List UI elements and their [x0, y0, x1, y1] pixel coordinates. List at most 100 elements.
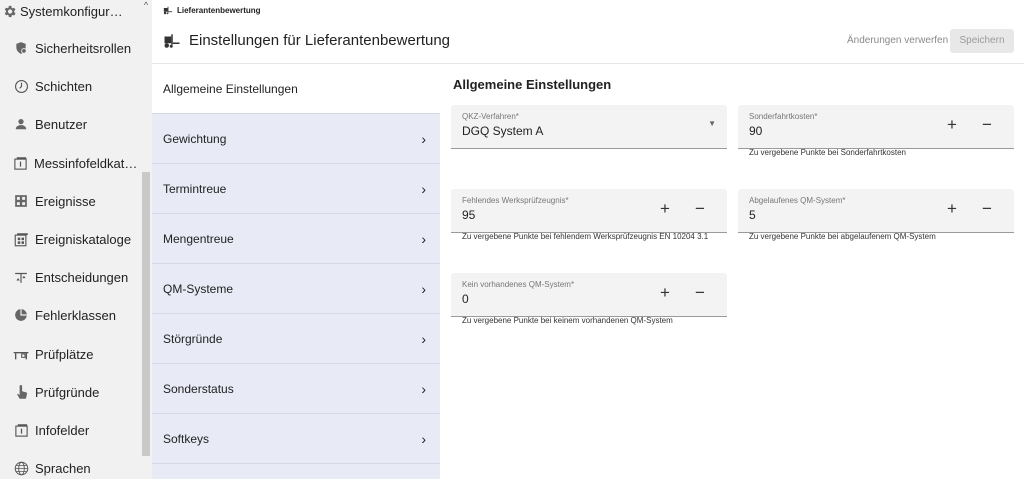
field-value: 90	[749, 124, 763, 138]
field-value: 0	[462, 292, 469, 306]
werkspruefzeugnis-field[interactable]: Fehlendes Werksprüfzeugnis* 95 + −	[451, 189, 727, 233]
kein-qm-system-field[interactable]: Kein vorhandenes QM-System* 0 + −	[451, 273, 727, 317]
increment-button[interactable]: +	[655, 199, 675, 219]
sidebar-item-entscheidungen[interactable]: Entscheidungen	[0, 258, 140, 296]
discard-changes-button[interactable]: Änderungen verwerfen	[847, 29, 948, 53]
grid-catalog-icon	[13, 231, 29, 247]
settings-subnav: Allgemeine Einstellungen Gewichtung › Te…	[152, 64, 440, 479]
sidebar-item-label: Benutzer	[35, 116, 88, 132]
subnav-item-qm-systeme[interactable]: QM-Systeme ›	[152, 264, 440, 314]
chevron-right-icon: ›	[421, 230, 426, 247]
decision-icon	[13, 269, 29, 285]
chevron-right-icon: ›	[421, 130, 426, 147]
sidebar-item-pruefgruende[interactable]: Prüfgründe	[0, 373, 140, 411]
globe-icon	[13, 460, 29, 476]
subnav-item-gewichtung[interactable]: Gewichtung ›	[152, 114, 440, 164]
forklift-icon	[164, 33, 180, 48]
sidebar-item-systemkonfiguration[interactable]: Systemkonfiguration	[0, 0, 140, 30]
sidebar-item-ereigniskataloge[interactable]: Ereigniskataloge	[0, 220, 140, 258]
increment-button[interactable]: +	[942, 199, 962, 219]
decrement-button[interactable]: −	[690, 283, 710, 303]
dropdown-arrow-icon[interactable]: ▼	[708, 119, 716, 128]
decrement-button[interactable]: −	[690, 199, 710, 219]
sidebar-item-sprachen[interactable]: Sprachen	[0, 449, 140, 479]
settings-content: Allgemeine Einstellungen QKZ-Verfahren* …	[440, 64, 1024, 479]
chevron-right-icon: ›	[421, 380, 426, 397]
subnav-item-label: Termintreue	[163, 181, 227, 196]
subnav-item-label: Gewichtung	[163, 131, 227, 146]
field-label: QKZ-Verfahren*	[462, 112, 519, 121]
chevron-right-icon: ›	[421, 180, 426, 197]
sidebar-item-infofelder[interactable]: Infofelder	[0, 411, 140, 449]
sidebar-item-label: Schichten	[35, 78, 93, 94]
shield-icon	[13, 40, 29, 56]
subnav-item-stoergruende[interactable]: Störgründe ›	[152, 314, 440, 364]
scroll-up-icon[interactable]: ^	[141, 0, 151, 10]
page-header: Einstellungen für Lieferantenbewertung Ä…	[152, 20, 1024, 64]
sidebar-item-label: Systemkonfiguration	[20, 3, 128, 19]
sidebar-item-label: Sicherheitsrollen	[35, 40, 132, 56]
sidebar-item-label: Sprachen	[35, 460, 91, 476]
sidebar-item-label: Prüfgründe	[35, 384, 100, 400]
grid-icon	[13, 193, 29, 209]
subnav-item-label: Softkeys	[163, 431, 210, 446]
werkspruefzeugnis-hint: Zu vergebene Punkte bei fehlendem Werksp…	[462, 232, 709, 241]
chevron-right-icon: ›	[421, 280, 426, 297]
info-catalog-icon	[13, 155, 28, 171]
chevron-right-icon: ›	[421, 330, 426, 347]
sidebar: Systemkonfiguration ^ Sicherheitsrollen …	[0, 0, 152, 479]
field-label: Abgelaufenes QM-System*	[749, 196, 846, 205]
user-icon	[13, 116, 29, 132]
page-title-text: Einstellungen für Lieferantenbewertung	[189, 32, 451, 49]
subnav-item-allgemein[interactable]: Allgemeine Einstellungen	[152, 64, 440, 114]
subnav-item-label: Allgemeine Einstellungen	[163, 81, 298, 96]
sidebar-item-benutzer[interactable]: Benutzer	[0, 105, 140, 143]
sonderfahrtkosten-field[interactable]: Sonderfahrtkosten* 90 + −	[738, 105, 1014, 149]
increment-button[interactable]: +	[655, 283, 675, 303]
field-label: Kein vorhandenes QM-System*	[462, 280, 575, 289]
field-value: DGQ System A	[462, 124, 544, 138]
hand-icon	[13, 384, 29, 400]
sonderfahrtkosten-hint: Zu vergebene Punkte bei Sonderfahrtkoste…	[749, 148, 906, 157]
abgelaufenes-qm-system-field[interactable]: Abgelaufenes QM-System* 5 + −	[738, 189, 1014, 233]
sidebar-item-pruefplaetze[interactable]: Prüfplätze	[0, 335, 140, 373]
breadcrumb: Lieferantenbewertung	[163, 2, 261, 18]
section-title: Allgemeine Einstellungen	[453, 77, 612, 92]
abgelaufenes-qm-system-hint: Zu vergebene Punkte bei abgelaufenem QM-…	[749, 232, 936, 241]
qkz-verfahren-select[interactable]: QKZ-Verfahren* DGQ System A ▼	[451, 105, 727, 149]
subnav-item-mengentreue[interactable]: Mengentreue ›	[152, 214, 440, 264]
pie-icon	[13, 307, 29, 323]
save-button[interactable]: Speichern	[950, 29, 1014, 53]
sidebar-item-fehlerklassen[interactable]: Fehlerklassen	[0, 296, 140, 334]
subnav-item-label: QM-Systeme	[163, 281, 234, 296]
sidebar-item-schichten[interactable]: Schichten	[0, 67, 140, 105]
decrement-button[interactable]: −	[977, 115, 997, 135]
increment-button[interactable]: +	[942, 115, 962, 135]
sidebar-item-sicherheitsrollen[interactable]: Sicherheitsrollen	[0, 29, 140, 67]
sidebar-item-label: Fehlerklassen	[35, 307, 116, 323]
chevron-right-icon: ›	[421, 430, 426, 447]
subnav-item-label: Störgründe	[163, 331, 223, 346]
scrollbar-thumb[interactable]	[142, 172, 150, 456]
subnav-item-softkeys[interactable]: Softkeys ›	[152, 414, 440, 464]
subnav-item-sonderstatus[interactable]: Sonderstatus ›	[152, 364, 440, 414]
sidebar-item-label: Ereigniskataloge	[35, 231, 132, 247]
sidebar-item-messinfofeldkataloge[interactable]: Messinfofeldkataloge	[0, 144, 140, 182]
forklift-icon	[163, 6, 173, 14]
field-label: Sonderfahrtkosten*	[749, 112, 818, 121]
kein-qm-system-hint: Zu vergebene Punkte bei keinem vorhanden…	[462, 316, 673, 325]
field-value: 5	[749, 208, 756, 222]
subnav-item-label: Mengentreue	[163, 231, 234, 246]
gear-icon	[1, 3, 17, 19]
sidebar-item-label: Entscheidungen	[35, 269, 129, 285]
decrement-button[interactable]: −	[977, 199, 997, 219]
subnav-item-termintreue[interactable]: Termintreue ›	[152, 164, 440, 214]
sidebar-item-ereignisse[interactable]: Ereignisse	[0, 182, 140, 220]
info-icon	[13, 422, 29, 438]
clock-icon	[13, 78, 29, 94]
sidebar-item-label: Infofelder	[35, 422, 90, 438]
subnav-item-label: Sonderstatus	[163, 381, 234, 396]
sidebar-item-label: Messinfofeldkataloge	[34, 155, 140, 171]
breadcrumb-label[interactable]: Lieferantenbewertung	[177, 6, 261, 15]
field-label: Fehlendes Werksprüfzeugnis*	[462, 196, 569, 205]
